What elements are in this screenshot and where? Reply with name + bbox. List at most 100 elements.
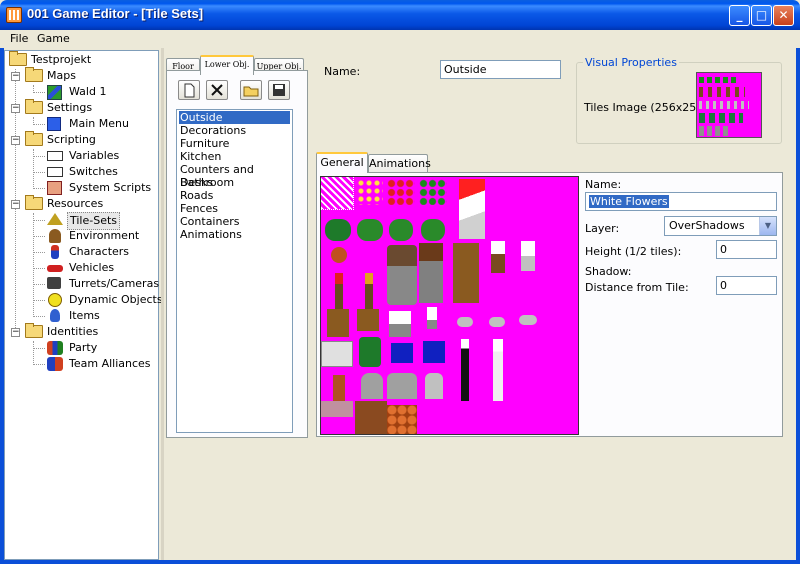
list-item[interactable]: Counters and Desks [179,163,290,189]
tile[interactable] [521,241,535,271]
expander-resources[interactable]: − [11,200,20,209]
tile[interactable] [457,317,473,327]
tile[interactable] [453,243,479,303]
tile-selected[interactable] [321,177,354,210]
tile[interactable] [335,273,343,309]
tile[interactable] [359,337,381,367]
tile[interactable] [425,373,443,399]
minimize-button[interactable]: _ [729,5,750,26]
expander-maps[interactable]: − [11,72,20,81]
expander-settings[interactable]: − [11,104,20,113]
tile[interactable] [321,401,353,417]
tree-environment-icon [49,229,61,243]
list-item[interactable]: Bathroom [179,176,290,189]
tile[interactable] [423,341,445,363]
tile[interactable] [493,339,503,401]
maximize-button[interactable]: □ [751,5,772,26]
open-tileset-button[interactable] [240,80,262,100]
list-item[interactable]: Containers [179,215,290,228]
tile[interactable] [389,219,413,241]
delete-tileset-button[interactable] [206,80,228,100]
window-frame-right [796,48,800,564]
tile[interactable] [421,219,445,241]
tile[interactable] [489,317,505,327]
list-item[interactable]: Fences [179,202,290,215]
dynamic-object-icon [48,293,62,307]
tile[interactable] [389,311,411,337]
tab-general[interactable]: General [316,152,368,173]
window-frame-bottom [0,560,800,564]
expander-identities[interactable]: − [11,328,20,337]
tile[interactable] [419,179,447,205]
menu-file[interactable]: File [10,32,28,45]
tile[interactable] [387,245,417,305]
tile[interactable] [357,219,383,241]
folder-icon [9,51,27,66]
tile-name-label: Name: [585,178,622,191]
list-item[interactable]: Roads [179,189,290,202]
distance-input[interactable]: 0 [716,276,777,295]
map-icon [47,85,62,100]
tree-line [33,92,45,93]
tile[interactable] [331,247,347,263]
save-tileset-button[interactable] [268,80,290,100]
tile[interactable] [427,307,437,329]
list-item[interactable]: Outside [179,111,290,124]
tab-animations[interactable]: Animations [368,154,431,173]
tree-line [33,348,45,349]
tile[interactable] [491,241,505,273]
camera-icon [47,277,61,289]
tree-line [33,300,45,301]
project-tree[interactable]: Testprojekt − Maps Wald 1 − Settings Mai… [4,50,163,560]
tileset-name-label: Name: [324,65,361,78]
tile[interactable] [459,179,485,239]
tab-lower-obj[interactable]: Lower Obj. [200,55,254,75]
tiles-image-thumbnail[interactable] [696,72,762,138]
tile[interactable] [419,243,443,303]
list-item[interactable]: Furniture [179,137,290,150]
tileset-list[interactable]: Outside Decorations Furniture Kitchen Co… [176,109,293,433]
tileset-name-input[interactable]: Outside [440,60,561,79]
app-icon [6,7,22,23]
tile[interactable] [391,343,413,363]
window-title: 001 Game Editor - [Tile Sets] [27,6,204,21]
title-bar[interactable]: 001 Game Editor - [Tile Sets] _ □ ✕ [0,0,800,30]
layer-select[interactable]: OverShadows ▼ [664,216,777,236]
tile[interactable] [519,315,537,325]
splitter[interactable] [161,48,164,560]
tile[interactable] [355,401,387,434]
tile-name-input[interactable]: White Flowers [585,192,777,211]
list-item[interactable]: Animations [179,228,290,241]
expander-scripting[interactable]: − [11,136,20,145]
folder-icon [25,67,43,82]
tree-line [33,156,45,157]
tile[interactable] [387,405,417,434]
folder-icon [25,195,43,210]
close-button[interactable]: ✕ [773,5,794,26]
list-item[interactable]: Kitchen [179,150,290,163]
tile[interactable] [327,309,349,337]
tile[interactable] [357,309,379,331]
tree-line [33,236,45,237]
tree-line [33,172,45,173]
save-icon [273,84,285,96]
tile[interactable] [325,219,351,241]
tile[interactable] [357,179,383,205]
menu-game[interactable]: Game [37,32,70,45]
layer-value: OverShadows [669,219,745,232]
team-icon [47,357,63,371]
tile[interactable] [461,339,469,401]
tile[interactable] [387,179,415,205]
visual-properties-title: Visual Properties [583,56,679,69]
tile[interactable] [387,373,417,399]
tile-grid-canvas[interactable] [320,176,579,435]
tile[interactable] [365,273,373,309]
height-input[interactable]: 0 [716,240,777,259]
tile[interactable] [361,373,383,399]
list-item[interactable]: Decorations [179,124,290,137]
tree-line [33,213,34,317]
tile[interactable] [321,341,353,367]
new-tileset-button[interactable] [178,80,200,100]
chevron-down-icon[interactable]: ▼ [759,217,776,235]
tree-line [33,220,45,221]
